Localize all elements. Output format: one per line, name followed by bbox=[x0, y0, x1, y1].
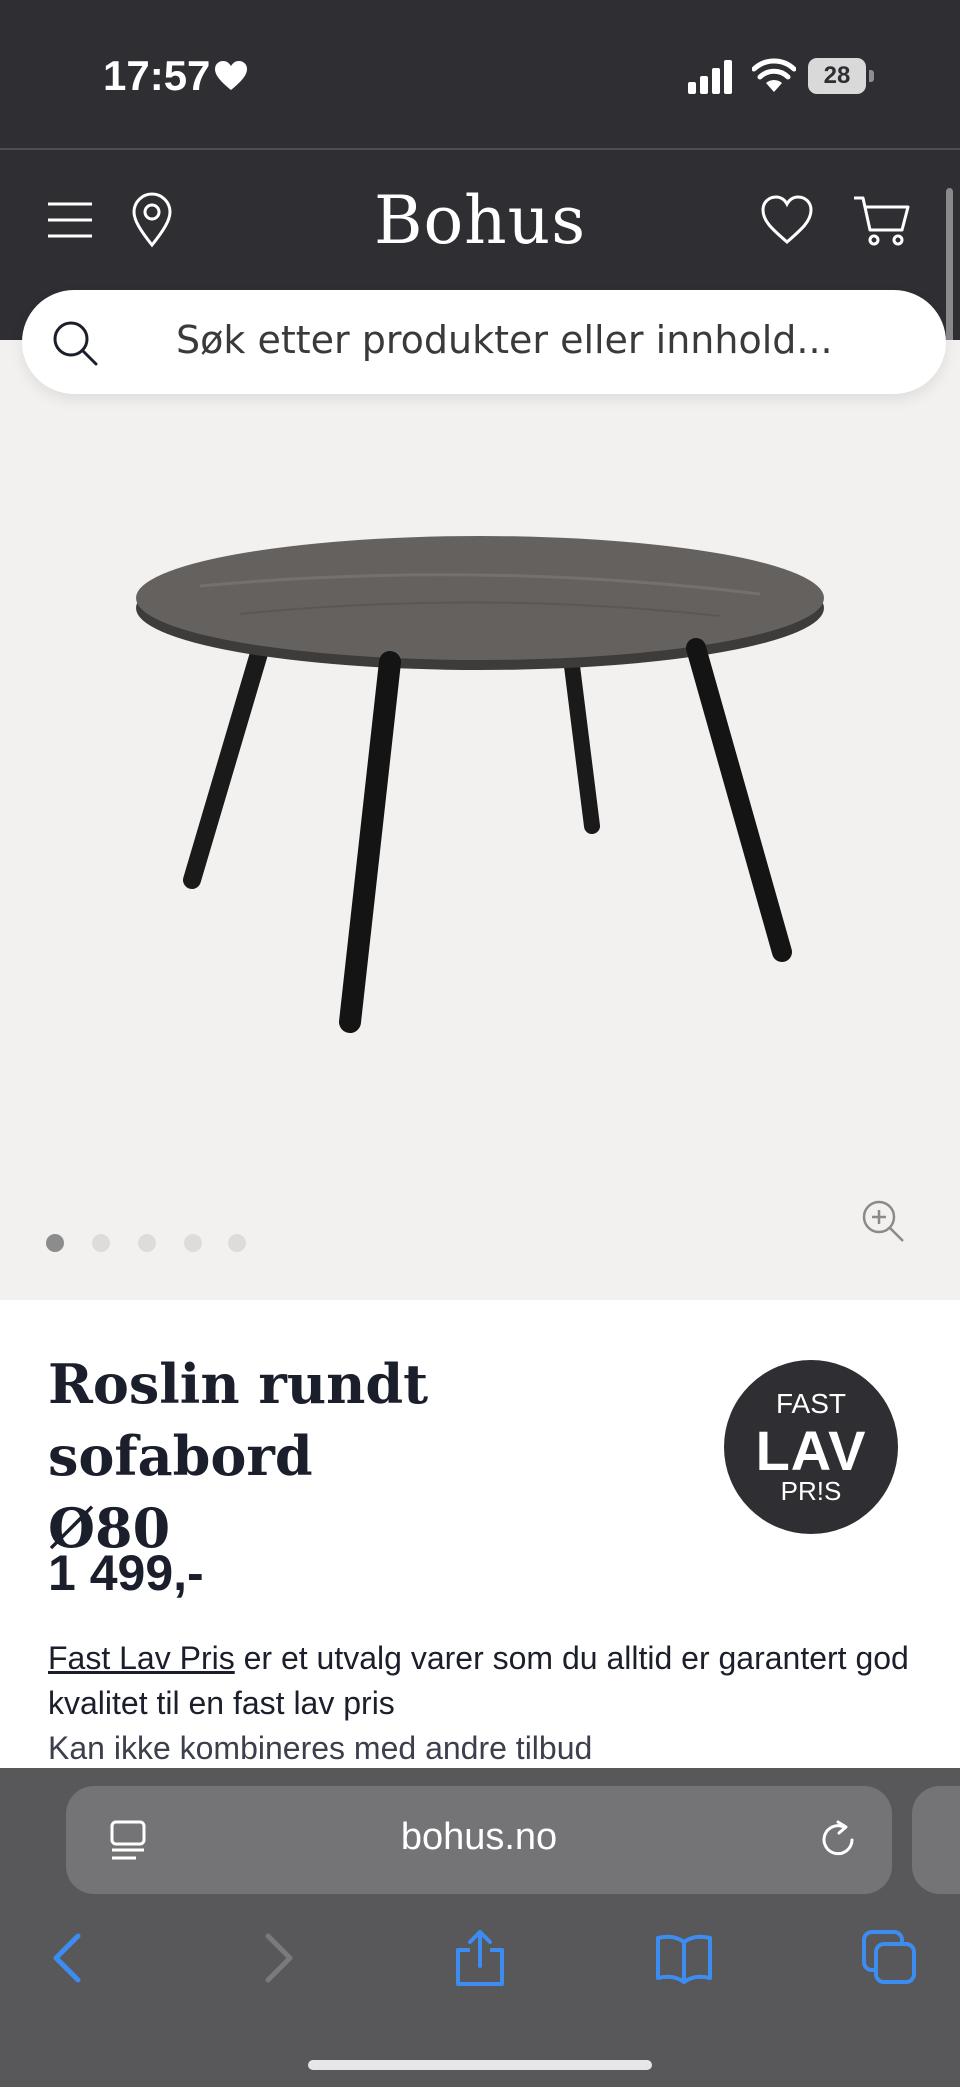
battery-level: 28 bbox=[808, 58, 866, 94]
product-price: 1 499,- bbox=[48, 1545, 204, 1601]
product-title: Roslin rundt sofabord Ø80 bbox=[48, 1348, 668, 1564]
menu-icon[interactable] bbox=[46, 200, 94, 240]
product-title-line1: Roslin rundt sofabord bbox=[48, 1352, 429, 1488]
search-placeholder: Søk etter produkter eller innhold... bbox=[176, 318, 833, 362]
cart-icon[interactable] bbox=[852, 194, 912, 248]
browser-toolbar: bohus.no bbox=[0, 1768, 960, 2087]
gallery-dot[interactable] bbox=[228, 1234, 246, 1252]
product-info: Roslin rundt sofabord Ø80 FAST LAV PR!S … bbox=[0, 1300, 960, 1768]
status-bar: 17:57 28 bbox=[0, 0, 960, 148]
back-icon[interactable] bbox=[40, 1928, 100, 1988]
reload-icon[interactable] bbox=[816, 1818, 860, 1862]
product-image[interactable] bbox=[120, 490, 840, 1050]
battery-icon: 28 bbox=[808, 58, 874, 94]
heart-icon[interactable] bbox=[760, 194, 814, 246]
badge-bot: PR!S bbox=[780, 1476, 842, 1506]
gallery-dot[interactable] bbox=[138, 1234, 156, 1252]
address-bar[interactable]: bohus.no bbox=[66, 1786, 892, 1894]
search-icon bbox=[53, 321, 98, 366]
wifi-icon bbox=[752, 58, 796, 92]
home-indicator[interactable] bbox=[308, 2060, 652, 2070]
fast-lav-pris-badge: FAST LAV PR!S bbox=[724, 1360, 898, 1534]
cellular-signal-icon bbox=[688, 60, 732, 94]
fast-lav-pris-link[interactable]: Fast Lav Pris bbox=[48, 1640, 235, 1676]
zoom-icon[interactable] bbox=[860, 1198, 906, 1244]
battery-nub bbox=[869, 70, 874, 82]
bookmarks-icon[interactable] bbox=[654, 1928, 714, 1988]
gallery-dot[interactable] bbox=[92, 1234, 110, 1252]
forward-icon[interactable] bbox=[246, 1928, 306, 1988]
next-tab-pill[interactable] bbox=[912, 1786, 960, 1894]
brand-logo[interactable]: Bohus bbox=[330, 182, 630, 259]
search-input[interactable]: Søk etter produkter eller innhold... bbox=[22, 290, 946, 394]
heart-status-icon bbox=[215, 61, 247, 90]
product-gallery[interactable] bbox=[0, 340, 960, 1300]
location-pin-icon[interactable] bbox=[130, 192, 174, 248]
tabs-icon[interactable] bbox=[860, 1928, 920, 1988]
badge-mid: LAV bbox=[755, 1419, 867, 1482]
share-icon[interactable] bbox=[450, 1928, 510, 1988]
gallery-dot[interactable] bbox=[46, 1234, 64, 1252]
offer-note: Kan ikke kombineres med andre tilbud bbox=[48, 1730, 593, 1766]
gallery-dot[interactable] bbox=[184, 1234, 202, 1252]
url-text: bohus.no bbox=[400, 1816, 558, 1858]
price-info: Fast Lav Pris er et utvalg varer som du … bbox=[48, 1636, 918, 1726]
badge-top: FAST bbox=[775, 1388, 846, 1419]
status-time: 17:57 bbox=[103, 52, 211, 99]
